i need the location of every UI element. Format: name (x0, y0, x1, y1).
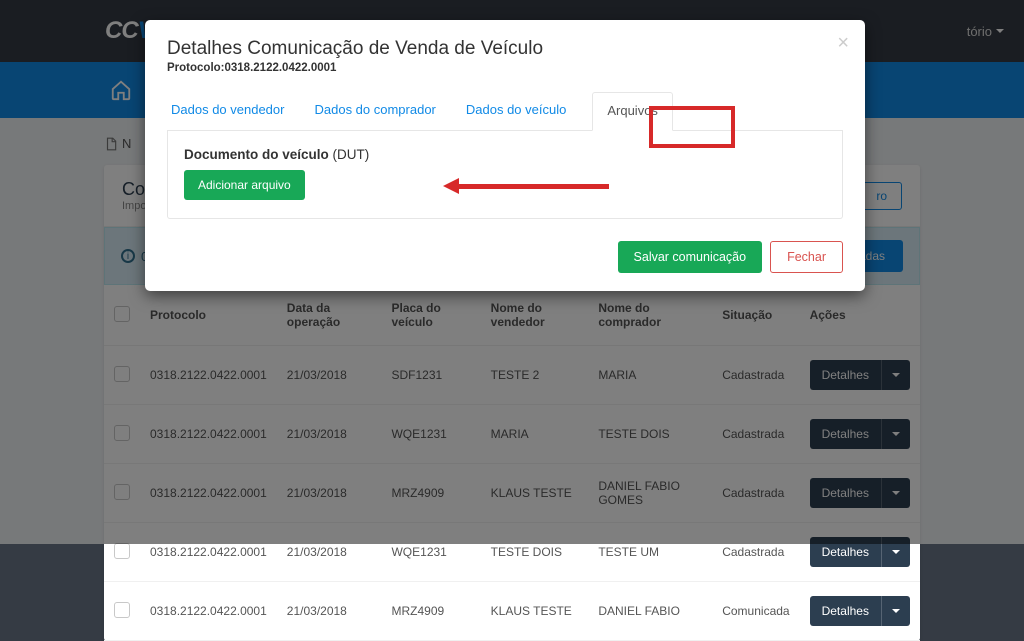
close-icon[interactable]: × (837, 32, 849, 55)
document-heading-light: (DUT) (333, 147, 370, 162)
modal-title: Detalhes Comunicação de Venda de Veículo (167, 38, 843, 60)
cell-data: 21/03/2018 (277, 582, 382, 641)
modal-subtitle-label: Protocolo: (167, 62, 225, 74)
tab-arquivos[interactable]: Arquivos (592, 92, 673, 131)
modal-footer: Salvar comunicação Fechar (167, 241, 843, 273)
cell-situacao: Comunicada (712, 582, 799, 641)
row-checkbox[interactable] (114, 602, 130, 618)
cell-vendedor: KLAUS TESTE (481, 582, 589, 641)
table-row: 0318.2122.0422.000121/03/2018MRZ4909KLAU… (104, 582, 920, 641)
chevron-down-icon (892, 609, 900, 613)
add-file-button[interactable]: Adicionar arquivo (184, 170, 305, 200)
tab-veiculo[interactable]: Dados do veículo (462, 92, 570, 130)
cell-comprador: DANIEL FABIO (588, 582, 712, 641)
tab-comprador[interactable]: Dados do comprador (310, 92, 439, 130)
chevron-down-icon (892, 550, 900, 554)
save-communication-button[interactable]: Salvar comunicação (618, 241, 763, 273)
modal-tabs: Dados do vendedor Dados do comprador Dad… (167, 92, 843, 131)
row-checkbox[interactable] (114, 543, 130, 559)
close-modal-button[interactable]: Fechar (770, 241, 843, 273)
cell-protocolo: 0318.2122.0422.0001 (140, 582, 277, 641)
tab-panel-arquivos: Documento do veículo (DUT) Adicionar arq… (167, 131, 843, 219)
document-heading-strong: Documento do veículo (184, 147, 329, 162)
modal-subtitle-value: 0318.2122.0422.0001 (225, 62, 337, 74)
details-modal: × Detalhes Comunicação de Venda de Veícu… (145, 20, 865, 291)
document-section-heading: Documento do veículo (DUT) (184, 147, 826, 162)
cell-placa: MRZ4909 (381, 582, 480, 641)
modal-subtitle: Protocolo:0318.2122.0422.0001 (167, 62, 843, 74)
details-button[interactable]: Detalhes (810, 596, 910, 626)
details-dropdown-toggle[interactable] (881, 596, 910, 626)
tab-vendedor[interactable]: Dados do vendedor (167, 92, 288, 130)
